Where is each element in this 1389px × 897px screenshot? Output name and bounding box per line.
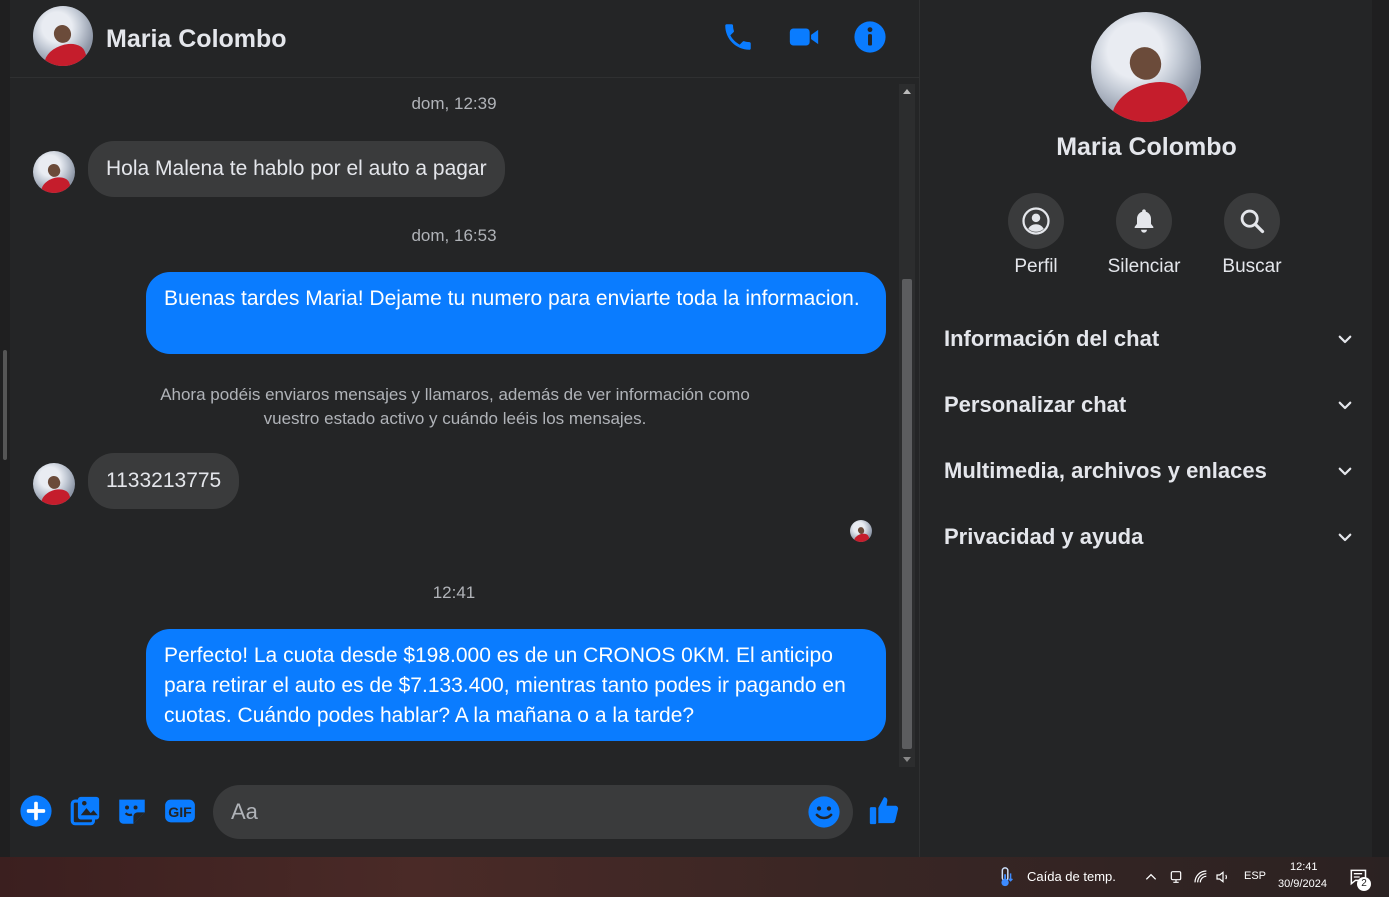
video-camera-icon[interactable] <box>787 20 821 54</box>
section-customize-chat[interactable]: Personalizar chat <box>944 380 1354 430</box>
section-title: Privacidad y ayuda <box>944 524 1144 549</box>
weather-text[interactable]: Caída de temp. <box>1027 869 1116 884</box>
panel-contact-name: Maria Colombo <box>1056 133 1237 161</box>
bell-icon <box>1134 209 1154 233</box>
message-list[interactable]: dom, 12:39 Hola Malena te hablo por el a… <box>10 79 898 769</box>
timestamp: dom, 16:53 <box>411 226 497 245</box>
mute-button-label: Silenciar <box>1107 256 1181 277</box>
scroll-down-arrow-icon[interactable] <box>903 757 911 762</box>
clock-date[interactable]: 30/9/2024 <box>1278 878 1327 890</box>
section-chat-info[interactable]: Información del chat <box>944 314 1354 364</box>
search-icon <box>1240 209 1265 234</box>
emoji-icon[interactable] <box>807 795 841 829</box>
clock-time[interactable]: 12:41 <box>1290 861 1318 873</box>
thermometer-icon[interactable] <box>995 865 1017 889</box>
plus-icon[interactable] <box>19 794 53 828</box>
profile-button[interactable]: Perfil <box>991 193 1081 278</box>
section-title: Personalizar chat <box>944 392 1127 417</box>
messenger-window: Maria Colombo dom, 12:39 Hola Malena te … <box>0 0 1389 857</box>
language-indicator[interactable]: ESP <box>1244 870 1266 882</box>
speaker-icon[interactable] <box>1215 869 1231 885</box>
chevron-down-icon <box>1338 533 1352 542</box>
thumbs-up-icon[interactable] <box>867 793 901 827</box>
read-receipt-avatar <box>850 520 872 542</box>
connection-notice: Ahora podéis enviaros mensajes y llamaro… <box>160 385 750 428</box>
contact-name[interactable]: Maria Colombo <box>106 25 287 54</box>
message-scrollbar[interactable] <box>899 84 915 767</box>
profile-avatar[interactable] <box>1091 12 1201 122</box>
chevron-down-icon <box>1338 335 1352 344</box>
timestamp: dom, 12:39 <box>411 94 497 113</box>
notification-badge: 2 <box>1357 877 1371 891</box>
edge-scroll-thumb[interactable] <box>3 350 7 460</box>
chat-info-panel: Maria Colombo Perfil Silenciar Buscar In… <box>919 0 1372 857</box>
search-button[interactable]: Buscar <box>1207 193 1297 278</box>
info-icon[interactable] <box>853 20 887 54</box>
section-title: Multimedia, archivos y enlaces <box>944 458 1267 483</box>
sticker-icon[interactable] <box>115 794 149 828</box>
chevron-up-icon[interactable] <box>1144 870 1158 884</box>
chat-pane: Maria Colombo dom, 12:39 Hola Malena te … <box>10 0 919 857</box>
composer: GIF <box>10 770 919 857</box>
gif-icon[interactable]: GIF <box>163 794 197 828</box>
chevron-down-icon <box>1338 467 1352 476</box>
right-edge-strip <box>1372 0 1389 857</box>
timestamp: 12:41 <box>432 583 476 602</box>
incoming-message[interactable]: Hola Malena te hablo por el auto a pagar <box>88 141 505 197</box>
mute-button[interactable]: Silenciar <box>1099 193 1189 278</box>
scroll-thumb[interactable] <box>902 279 912 749</box>
left-edge-strip <box>0 0 10 857</box>
svg-text:GIF: GIF <box>168 805 192 821</box>
scroll-up-arrow-icon[interactable] <box>903 89 911 94</box>
section-media-files[interactable]: Multimedia, archivos y enlaces <box>944 446 1354 496</box>
wifi-icon[interactable] <box>1193 869 1209 885</box>
section-privacy-help[interactable]: Privacidad y ayuda <box>944 512 1354 562</box>
message-input[interactable] <box>213 785 853 839</box>
taskbar: Caída de temp. ESP 12:41 30/9/2024 2 <box>0 857 1389 897</box>
outgoing-message[interactable]: Perfecto! La cuota desde $198.000 es de … <box>146 629 886 741</box>
outgoing-message[interactable]: Buenas tardes Maria! Dejame tu numero pa… <box>146 272 886 354</box>
profile-button-label: Perfil <box>1014 256 1058 277</box>
incoming-message[interactable]: 1133213775 <box>88 453 240 509</box>
sender-avatar[interactable] <box>33 463 75 505</box>
image-icon[interactable] <box>68 794 102 828</box>
search-button-label: Buscar <box>1222 256 1282 277</box>
profile-icon <box>1022 207 1050 235</box>
section-title: Información del chat <box>944 326 1160 351</box>
chat-header: Maria Colombo <box>10 0 919 78</box>
device-icon[interactable] <box>1168 869 1184 885</box>
avatar[interactable] <box>33 6 93 66</box>
chevron-down-icon <box>1338 401 1352 410</box>
phone-icon[interactable] <box>721 20 755 54</box>
sender-avatar[interactable] <box>33 151 75 193</box>
